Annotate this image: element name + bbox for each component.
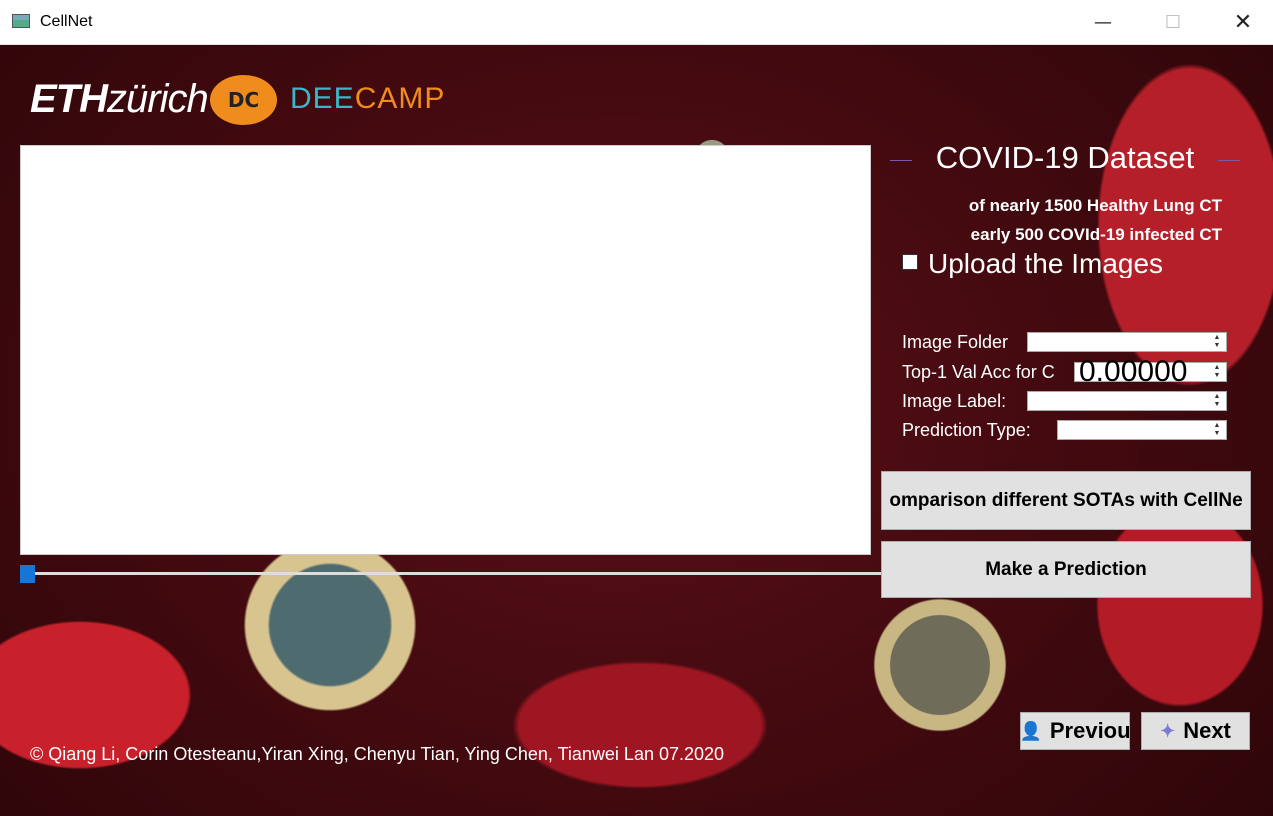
next-button[interactable]: ✦ Next	[1141, 712, 1250, 750]
dataset-description-line2: early 500 COVId-19 infected CT	[970, 225, 1222, 244]
title-bar: CellNet — ☐ ✕	[0, 0, 1273, 45]
minimize-button[interactable]: —	[1080, 0, 1126, 45]
spin-arrows-icon[interactable]: ▲ ▼	[1210, 334, 1224, 350]
image-folder-spinbox[interactable]: ▲ ▼	[1027, 332, 1227, 352]
image-display-area	[20, 145, 871, 555]
top1-accuracy-value: 0.00000	[1079, 355, 1188, 388]
background-image: ETHzürich DC DEECAMP COVID-19 Dataset of…	[0, 45, 1273, 816]
top1-accuracy-row: Top-1 Val Acc for C 0.00000 ▲ ▼	[902, 355, 1232, 388]
top1-accuracy-label: Top-1 Val Acc for C	[902, 362, 1055, 382]
dataset-description-line1: of nearly 1500 Healthy Lung CT	[968, 196, 1222, 215]
image-label-spinbox[interactable]: ▲ ▼	[1027, 391, 1227, 411]
eth-zurich-logo: ETHzürich	[30, 77, 209, 121]
prediction-type-spinbox[interactable]: ▲ ▼	[1057, 420, 1227, 440]
upload-images-toggle[interactable]: Upload the Images	[902, 248, 1222, 278]
spin-arrows-icon[interactable]: ▲ ▼	[1210, 422, 1224, 438]
next-icon: ✦	[1160, 720, 1176, 741]
upload-checkbox[interactable]	[902, 253, 918, 270]
image-slider-track[interactable]	[20, 572, 881, 575]
previous-button[interactable]: 👤 Previou	[1020, 712, 1130, 750]
credits-footer: © Qiang Li, Corin Otesteanu,Yiran Xing, …	[30, 744, 725, 764]
make-prediction-button[interactable]: Make a Prediction	[881, 541, 1251, 598]
window-title: CellNet	[40, 13, 93, 30]
deecamp-logo-text: DEECAMP	[290, 82, 446, 115]
spin-arrows-icon[interactable]: ▲ ▼	[1210, 393, 1224, 409]
image-folder-row: Image Folder ▲ ▼	[902, 332, 1232, 354]
image-slider-handle[interactable]	[20, 565, 35, 583]
previous-icon: 👤	[1020, 720, 1042, 741]
maximize-button[interactable]: ☐	[1150, 0, 1196, 45]
upload-label: Upload the Images	[928, 248, 1164, 278]
image-label-row: Image Label: ▲ ▼	[902, 391, 1232, 413]
spin-arrows-icon[interactable]: ▲ ▼	[1210, 364, 1224, 380]
deecamp-logo-mark: DC	[210, 75, 277, 125]
prediction-type-row: Prediction Type: ▲ ▼	[902, 420, 1232, 442]
dataset-title: COVID-19 Dataset	[890, 140, 1240, 180]
compare-sotas-button[interactable]: omparison different SOTAs with CellNe	[881, 471, 1251, 530]
app-icon	[12, 14, 30, 28]
prediction-type-label: Prediction Type:	[902, 420, 1031, 440]
top1-accuracy-spinbox[interactable]: 0.00000 ▲ ▼	[1074, 355, 1227, 388]
close-button[interactable]: ✕	[1220, 0, 1266, 45]
